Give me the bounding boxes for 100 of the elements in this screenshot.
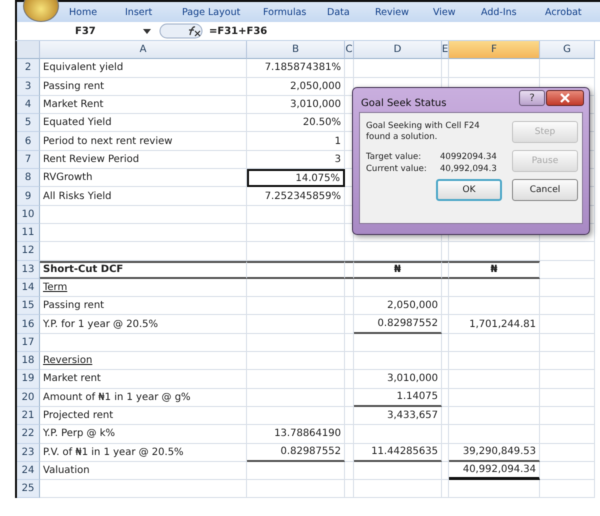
row-number[interactable]: 16: [17, 315, 40, 334]
row-number[interactable]: 23: [17, 444, 40, 462]
row-number[interactable]: 24: [17, 462, 40, 480]
empty-cell: [345, 297, 354, 316]
table-cell: 40,992,094.34: [449, 462, 540, 480]
row-number[interactable]: 15: [17, 297, 40, 316]
empty-cell: [345, 334, 354, 352]
column-header[interactable]: D: [354, 41, 442, 60]
ribbon-tab[interactable]: Acrobat: [545, 6, 582, 18]
row-number[interactable]: 13: [17, 260, 40, 279]
table-cell: 3,010,000: [354, 370, 442, 389]
empty-cell: [345, 315, 354, 334]
dialog-title: Goal Seek Status: [360, 98, 446, 108]
table-cell: Short-Cut DCF: [40, 260, 247, 279]
target-label: Target value:: [366, 152, 422, 162]
ribbon-tab[interactable]: Insert: [125, 6, 182, 18]
ribbon-tab[interactable]: Page Layout: [182, 6, 263, 18]
empty-cell: [540, 334, 595, 352]
row-number[interactable]: 9: [17, 187, 40, 206]
table-cell: 11.44285635: [354, 444, 442, 462]
table-cell: Equivalent yield: [40, 59, 247, 78]
table-cell: Valuation: [40, 462, 247, 480]
table-cell: 2,050,000: [354, 297, 442, 316]
table-cell: 20.50%: [247, 114, 345, 132]
caret-icon[interactable]: [143, 28, 151, 34]
table-cell: 0.82987552: [354, 315, 442, 334]
dialog-button[interactable]: Cancel: [512, 179, 578, 201]
row-number[interactable]: 4: [17, 96, 40, 114]
empty-cell: [345, 444, 354, 462]
table-cell: 14.075%: [247, 169, 345, 188]
row-number[interactable]: 6: [17, 132, 40, 151]
column-header[interactable]: G: [540, 41, 595, 60]
row-number[interactable]: 18: [17, 352, 40, 370]
table-cell: Market rent: [40, 370, 247, 389]
column-header[interactable]: F: [449, 41, 540, 60]
ribbon-tab[interactable]: Home: [69, 6, 125, 18]
table-cell: All Risks Yield: [40, 187, 247, 206]
row-number[interactable]: 19: [17, 370, 40, 389]
ribbon-tab[interactable]: Formulas: [263, 6, 327, 18]
empty-cell: [345, 462, 354, 480]
empty-cell: [540, 388, 595, 407]
row-number[interactable]: 20: [17, 388, 40, 407]
table-cell: Market Rent: [40, 96, 247, 114]
function-icon[interactable]: [159, 23, 203, 39]
column-header[interactable]: B: [247, 41, 345, 60]
row-number[interactable]: 11: [17, 224, 40, 242]
table-cell: ₦: [449, 260, 540, 279]
close-icon[interactable]: [560, 93, 570, 103]
table-cell: 7.252345859%: [247, 187, 345, 206]
ribbon-tab[interactable]: View: [433, 6, 481, 18]
table-cell: Reversion: [40, 352, 247, 370]
name-box[interactable]: F37: [17, 23, 159, 39]
status-message: Goal Seeking with Cell F24 found a solution.: [366, 121, 481, 144]
empty-cell: [540, 444, 595, 462]
dialog-button[interactable]: OK: [436, 179, 502, 201]
row-number[interactable]: 12: [17, 242, 40, 261]
table-cell: 1: [247, 132, 345, 151]
table-cell: 7.185874381%: [247, 59, 345, 78]
row-number[interactable]: 7: [17, 150, 40, 170]
column-header[interactable]: E: [442, 41, 449, 60]
empty-cell: [540, 425, 595, 444]
formula-field[interactable]: =F31+F36: [207, 26, 600, 36]
row-number[interactable]: 14: [17, 278, 40, 298]
table-cell: P.V. of ₦1 in 1 year @ 20.5%: [40, 444, 247, 462]
table-cell: 3,010,000: [247, 96, 345, 114]
table-cell: 3,433,657: [354, 406, 442, 426]
row-number[interactable]: 25: [17, 480, 40, 498]
table-cell: 1.14075: [354, 388, 442, 407]
table-cell: Amount of ₦1 in 1 year @ g%: [40, 388, 247, 407]
table-cell: Equated Yield: [40, 114, 247, 132]
empty-cell: [345, 425, 354, 444]
table-cell: Passing rent: [40, 297, 247, 316]
table-cell: Period to next rent review: [40, 132, 247, 151]
row-number[interactable]: 22: [17, 425, 40, 444]
table-cell: 3: [247, 150, 345, 170]
table-cell: Projected rent: [40, 406, 247, 426]
target-value: 40992094.34: [440, 152, 498, 162]
row-number[interactable]: 21: [17, 406, 40, 426]
row-number[interactable]: 8: [17, 169, 40, 188]
ribbon-tab[interactable]: Add-Ins: [481, 6, 545, 18]
table-cell: Passing rent: [40, 78, 247, 96]
column-header[interactable]: C: [345, 41, 354, 60]
table-cell: 0.82987552: [247, 444, 345, 462]
empty-cell: [540, 242, 595, 261]
column-header[interactable]: A: [40, 41, 247, 60]
table-cell: 1,701,244.81: [449, 315, 540, 334]
row-number[interactable]: 10: [17, 206, 40, 224]
ribbon-tab[interactable]: Review: [375, 6, 433, 18]
help-button[interactable]: ?: [519, 90, 545, 106]
empty-cell: [540, 370, 595, 389]
table-cell: 39,290,849.53: [449, 444, 540, 462]
row-number[interactable]: 2: [17, 59, 40, 78]
row-number[interactable]: 17: [17, 334, 40, 352]
row-number[interactable]: 5: [17, 114, 40, 132]
current-value: 40,992,094.3: [440, 164, 498, 174]
close-button[interactable]: [546, 90, 584, 106]
empty-cell: [345, 388, 354, 407]
row-number[interactable]: 3: [17, 78, 40, 96]
table-cell: 2,050,000: [247, 78, 345, 96]
ribbon-tab[interactable]: Data: [327, 6, 375, 18]
